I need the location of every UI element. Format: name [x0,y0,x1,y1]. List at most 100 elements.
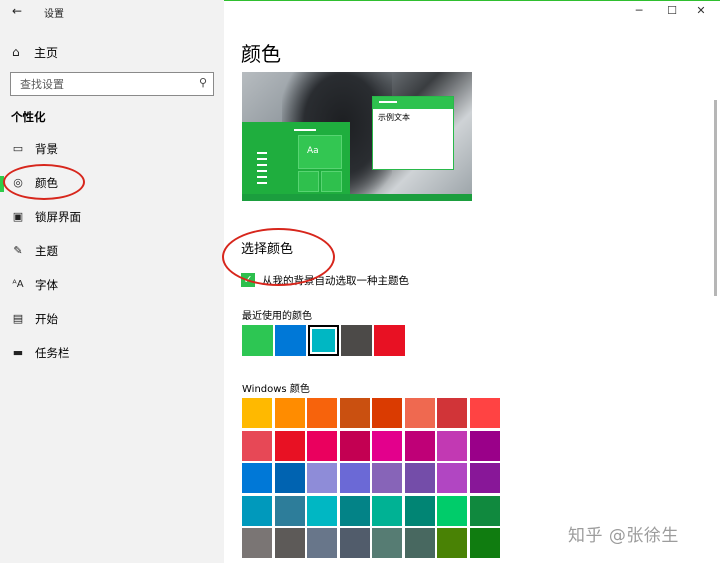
preview-tile-aa: Aa [298,135,342,169]
windows-color-swatch[interactable] [339,495,370,526]
windows-color-swatch[interactable] [469,528,500,558]
taskbar-icon: ▬ [12,346,24,359]
font-icon: ᴬA [12,279,24,290]
recent-color-swatch[interactable] [275,325,306,356]
windows-color-swatch[interactable] [372,463,402,493]
sidebar-item-fonts[interactable]: ᴬA 字体 [0,268,224,302]
windows-color-swatch[interactable] [469,398,500,428]
watermark: 知乎 @张徐生 [568,526,679,546]
windows-color-swatch[interactable] [339,528,370,558]
sidebar-item-label: 锁屏界面 [35,210,81,224]
windows-color-swatch[interactable] [242,495,272,526]
windows-color-swatch[interactable] [437,398,467,428]
preview-taskbar [242,194,472,201]
windows-color-swatch[interactable] [437,430,467,461]
windows-color-swatch[interactable] [274,398,305,428]
preview-menu-line [257,182,267,184]
preview-menu-line [257,152,267,154]
sidebar-item-label: 字体 [35,278,58,292]
lock-screen-icon: ▣ [12,210,24,223]
windows-color-swatch[interactable] [404,430,435,461]
home-icon: ⌂ [12,45,20,59]
windows-color-swatch[interactable] [372,398,402,428]
recent-color-swatch[interactable] [374,325,405,356]
home-label: 主页 [34,45,59,60]
theme-preview: Aa 示例文本 [242,72,472,201]
recent-colors [242,325,405,356]
windows-color-swatch[interactable] [339,430,370,461]
preview-menu-line [257,164,267,166]
arrow-left-icon: ← [11,4,23,18]
preview-tile [298,171,319,192]
preview-tile [321,171,342,192]
windows-color-swatch[interactable] [437,463,467,493]
search-icon[interactable]: ⚲ [199,76,207,89]
recent-color-swatch[interactable] [341,325,372,356]
maximize-button[interactable]: ☐ [664,3,680,19]
windows-color-swatch[interactable] [404,463,435,493]
settings-window: ← 设置 ⌂ 主页 ⚲ 个性化 ▭ 背景 ◎ 颜色 ▣ 锁屏界面 [0,0,720,563]
minimize-icon: ─ [635,4,643,17]
preview-menu-line [257,170,267,172]
back-button[interactable]: ← [9,3,25,19]
preview-window-titlebar [373,97,453,109]
windows-color-swatch[interactable] [307,528,337,558]
preview-window: 示例文本 [372,96,454,170]
close-icon: ✕ [696,4,706,17]
windows-color-swatch[interactable] [372,430,402,461]
recent-colors-label: 最近使用的颜色 [242,311,312,322]
windows-color-swatch[interactable] [469,463,500,493]
close-button[interactable]: ✕ [693,3,709,19]
windows-color-swatch[interactable] [372,495,402,526]
sidebar-item-taskbar[interactable]: ▬ 任务栏 [0,336,224,370]
recent-color-swatch[interactable] [242,325,273,356]
windows-color-swatch[interactable] [404,528,435,558]
windows-color-swatch[interactable] [404,398,435,428]
windows-color-swatch[interactable] [307,463,337,493]
windows-color-swatch[interactable] [274,495,305,526]
maximize-icon: ☐ [667,4,677,17]
minimize-button[interactable]: ─ [631,3,647,19]
preview-line [294,129,316,131]
scrollbar[interactable] [714,100,717,296]
windows-color-swatch[interactable] [274,463,305,493]
sidebar-item-label: 背景 [35,142,58,156]
theme-icon: ✎ [13,244,23,257]
annotation-circle [3,164,85,200]
windows-color-swatch[interactable] [339,463,370,493]
windows-color-swatch[interactable] [339,398,370,428]
search-input[interactable] [20,76,190,92]
windows-color-swatch[interactable] [242,398,272,428]
sidebar-item-themes[interactable]: ✎ 主题 [0,234,224,268]
sidebar-item-background[interactable]: ▭ 背景 [0,132,224,166]
windows-color-swatch[interactable] [242,430,272,461]
windows-color-swatch[interactable] [469,430,500,461]
windows-color-swatch[interactable] [242,463,272,493]
preview-tile-text: Aa [307,146,319,156]
start-icon: ▤ [12,312,24,325]
sidebar-item-label: 开始 [35,312,58,326]
windows-color-swatch[interactable] [307,495,337,526]
windows-color-swatch[interactable] [469,495,500,526]
windows-colors-grid [242,398,500,558]
search-box[interactable]: ⚲ [10,72,214,96]
windows-color-swatch[interactable] [274,430,305,461]
windows-color-swatch[interactable] [307,430,337,461]
windows-color-swatch[interactable] [437,495,467,526]
window-title: 设置 [44,9,64,20]
section-title: 个性化 [11,110,46,124]
recent-color-swatch[interactable] [308,325,339,356]
windows-colors-label: Windows 颜色 [242,384,310,395]
windows-color-swatch[interactable] [404,495,435,526]
sidebar-item-home[interactable]: ⌂ 主页 [12,43,58,61]
windows-color-swatch[interactable] [437,528,467,558]
preview-menu-line [257,176,267,178]
sidebar-item-label: 任务栏 [35,346,70,360]
windows-color-swatch[interactable] [372,528,402,558]
sidebar-item-start[interactable]: ▤ 开始 [0,302,224,336]
windows-color-swatch[interactable] [307,398,337,428]
windows-color-swatch[interactable] [274,528,305,558]
sidebar-item-lock-screen[interactable]: ▣ 锁屏界面 [0,200,224,234]
windows-color-swatch[interactable] [242,528,272,558]
sidebar: ← 设置 ⌂ 主页 ⚲ 个性化 ▭ 背景 ◎ 颜色 ▣ 锁屏界面 [0,0,224,563]
